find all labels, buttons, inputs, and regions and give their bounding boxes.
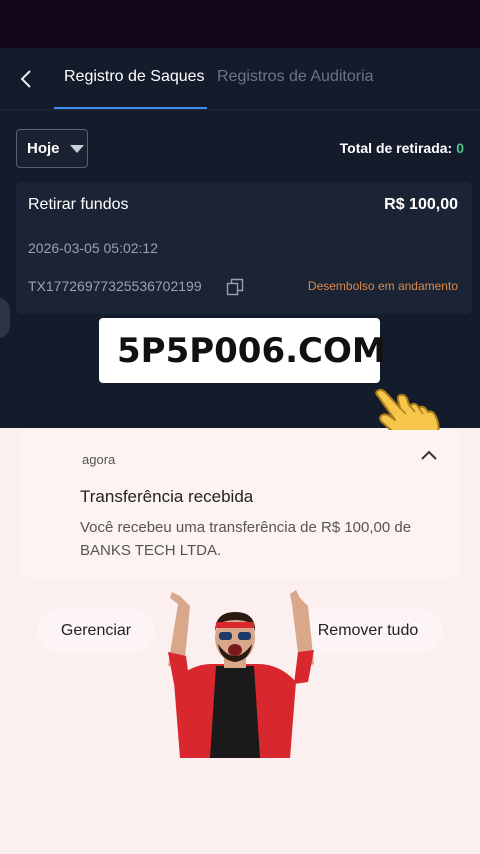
- notification-card[interactable]: agora Transferência recebida Você recebe…: [18, 430, 462, 582]
- total-value: 0: [456, 140, 464, 156]
- total-withdrawal: Total de retirada: 0: [340, 140, 464, 156]
- tab-audit-records[interactable]: Registros de Auditoria: [217, 68, 374, 86]
- withdrawal-record-card[interactable]: Retirar fundos R$ 100,00 2026-03-05 05:0…: [16, 182, 472, 314]
- tabs-divider: [0, 109, 480, 110]
- caret-down-icon: [69, 144, 84, 153]
- watermark-text: 5P5P006.COM: [117, 330, 386, 371]
- notification-time: agora: [82, 452, 116, 467]
- active-tab-indicator: [54, 107, 207, 109]
- notification-body: Você recebeu uma transferência de R$ 100…: [80, 519, 412, 559]
- copy-icon[interactable]: [226, 278, 244, 296]
- manage-button[interactable]: Gerenciar: [38, 608, 154, 654]
- side-handle[interactable]: [0, 298, 10, 338]
- tab-withdrawal-records[interactable]: Registro de Saques: [64, 68, 205, 86]
- record-title: Retirar fundos: [28, 196, 129, 213]
- date-filter-dropdown[interactable]: Hoje: [16, 129, 88, 168]
- celebrating-person-sticker: [168, 590, 314, 758]
- notification-title: Transferência recebida: [80, 487, 254, 506]
- record-datetime: 2026-03-05 05:02:12: [28, 240, 158, 256]
- status-bar: [0, 0, 480, 48]
- record-transaction-id: TX17726977325536702199: [28, 278, 202, 294]
- total-label: Total de retirada:: [339, 140, 453, 156]
- back-arrow-icon[interactable]: [14, 66, 40, 92]
- record-status: Desembolso em andamento: [307, 279, 458, 293]
- watermark-banner: 5P5P006.COM: [99, 318, 386, 383]
- record-amount: R$ 100,00: [384, 196, 458, 213]
- chevron-up-icon[interactable]: [420, 448, 438, 462]
- date-filter-value: Hoje: [27, 140, 60, 157]
